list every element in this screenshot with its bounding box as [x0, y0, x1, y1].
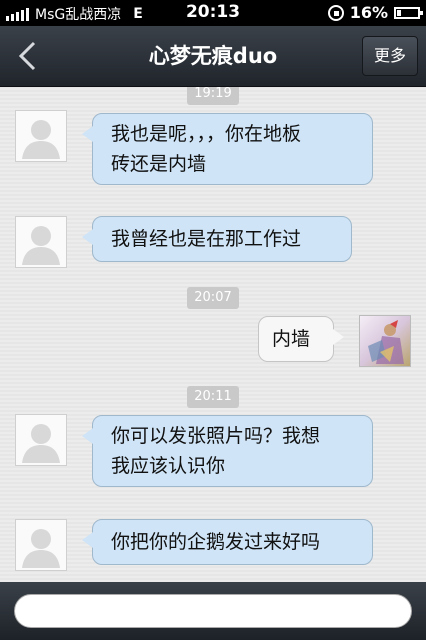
chat-area[interactable]: 19:19 我也是呢，，，你在地板 砖还是内墙 我曾经也是在那工作过 20:07…: [0, 87, 426, 582]
battery-percent: 16%: [349, 3, 388, 22]
more-button[interactable]: 更多: [362, 36, 418, 76]
message-input[interactable]: [14, 594, 412, 628]
chevron-left-icon: [18, 41, 36, 71]
timestamp: 19:19: [187, 87, 239, 105]
rotation-lock-icon: [327, 4, 344, 21]
status-bar: MsG乱战西凉 E 20:13 16%: [0, 0, 426, 26]
message-bubble-incoming[interactable]: 我也是呢，，，你在地板 砖还是内墙: [82, 113, 373, 185]
message-line: 内墙: [272, 328, 311, 350]
message-line: 砖还是内墙: [111, 153, 207, 175]
message-line: 我应该认识你: [111, 455, 226, 477]
message-bubble-incoming[interactable]: 你把你的企鹅发过来好吗: [82, 519, 373, 565]
message-bubble-incoming[interactable]: 我曾经也是在那工作过: [82, 216, 352, 262]
avatar[interactable]: [15, 216, 67, 268]
back-button[interactable]: [0, 26, 56, 86]
message-bubble-outgoing[interactable]: 内墙: [258, 316, 344, 362]
default-avatar-icon: [16, 217, 66, 267]
user-photo-icon: [360, 316, 410, 366]
message-line: 我也是呢，，，你在地板: [111, 123, 302, 145]
avatar[interactable]: [15, 110, 67, 162]
timestamp: 20:07: [187, 287, 239, 309]
message-line: 我曾经也是在那工作过: [111, 228, 302, 250]
avatar[interactable]: [15, 414, 67, 466]
timestamp: 20:11: [187, 386, 239, 408]
avatar[interactable]: [15, 519, 67, 571]
message-bubble-incoming[interactable]: 你可以发张照片吗？我想 我应该认识你: [82, 415, 373, 487]
input-bar: [0, 582, 426, 640]
my-avatar[interactable]: [359, 315, 411, 367]
message-line: 你可以发张照片吗？我想: [111, 425, 321, 447]
message-line: 你把你的企鹅发过来好吗: [111, 531, 321, 553]
default-avatar-icon: [16, 520, 66, 570]
default-avatar-icon: [16, 415, 66, 465]
nav-bar: 心梦无痕duo 更多: [0, 26, 426, 87]
battery-icon: [394, 6, 423, 19]
chat-title: 心梦无痕duo: [148, 44, 278, 68]
default-avatar-icon: [16, 111, 66, 161]
status-right: 16%: [327, 3, 423, 22]
